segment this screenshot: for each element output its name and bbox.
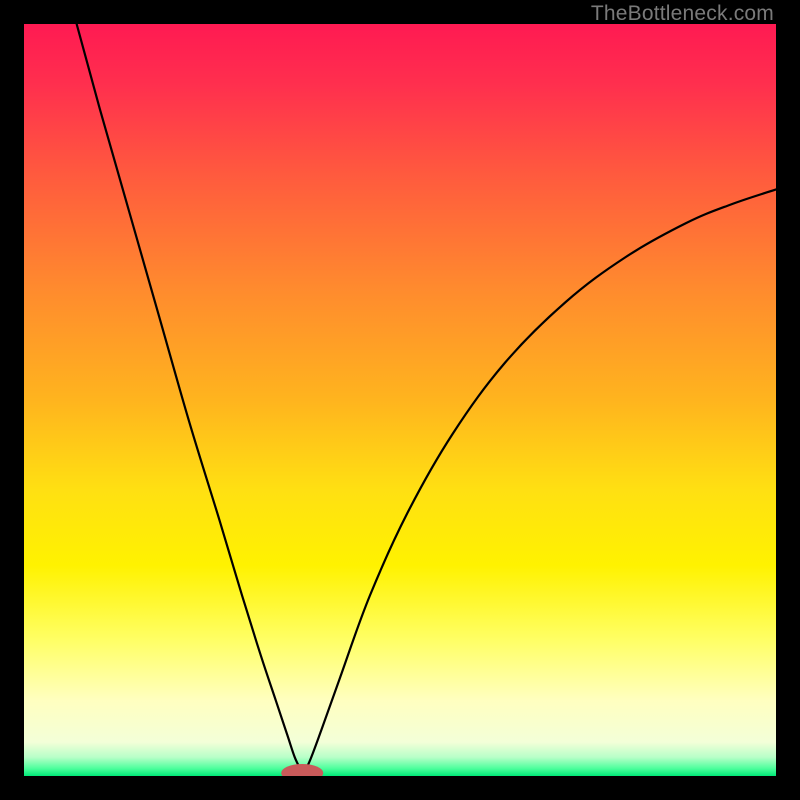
chart-frame: [24, 24, 776, 776]
gradient-background: [24, 24, 776, 776]
bottleneck-chart: [24, 24, 776, 776]
watermark-text: TheBottleneck.com: [591, 2, 774, 26]
